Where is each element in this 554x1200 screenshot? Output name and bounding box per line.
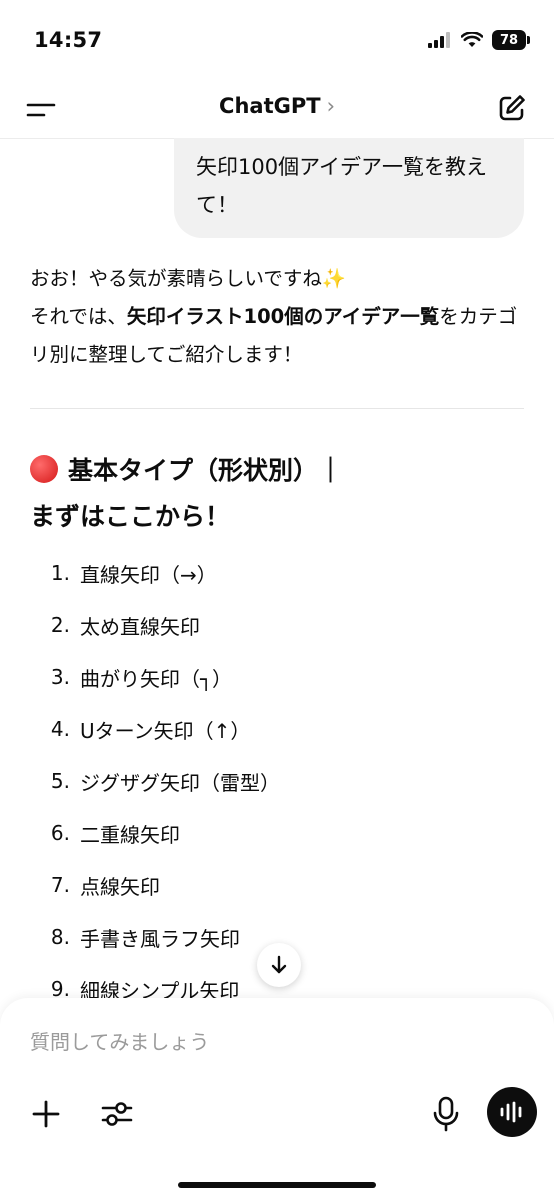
home-indicator bbox=[178, 1182, 376, 1188]
wifi-icon bbox=[461, 32, 483, 48]
header-title: ChatGPT bbox=[219, 94, 321, 118]
list-item: 6. 二重線矢印 bbox=[30, 807, 524, 859]
list-item-number: 7. bbox=[50, 873, 70, 897]
tools-button[interactable] bbox=[98, 1096, 136, 1132]
new-chat-button[interactable] bbox=[496, 92, 528, 124]
microphone-icon bbox=[428, 1094, 464, 1134]
answer-line-2: それでは、矢印イラスト100個のアイデア一覧をカテゴリ別に整理してご紹介します！ bbox=[30, 305, 518, 366]
list-item-number: 4. bbox=[50, 717, 70, 741]
list-item-text: 太め直線矢印 bbox=[80, 614, 200, 639]
list-item-number: 3. bbox=[50, 665, 70, 689]
list-item-text: ジグザグ矢印（雷型） bbox=[80, 770, 280, 795]
list-item: 7. 点線矢印 bbox=[30, 859, 524, 911]
list-item: 3. 曲がり矢印（┐） bbox=[30, 651, 524, 703]
answer-line-1: おお！やる気が素晴らしいですね✨ bbox=[30, 267, 347, 290]
red-circle-icon bbox=[30, 455, 58, 483]
attach-button[interactable] bbox=[28, 1096, 64, 1132]
list-item-number: 6. bbox=[50, 821, 70, 845]
voice-waveform-icon bbox=[499, 1101, 525, 1123]
list-item-text: 二重線矢印 bbox=[80, 822, 180, 847]
list-item-number: 8. bbox=[50, 925, 70, 949]
list-item: 5. ジグザグ矢印（雷型） bbox=[30, 755, 524, 807]
list-item-number: 2. bbox=[50, 613, 70, 637]
list-item-text: Uターン矢印（↑） bbox=[80, 718, 251, 743]
list-item: 4. Uターン矢印（↑） bbox=[30, 703, 524, 755]
status-icons: 78 bbox=[428, 30, 530, 50]
list-item: 1. 直線矢印（→） bbox=[30, 547, 524, 599]
idea-list: 1. 直線矢印（→） 2. 太め直線矢印 3. 曲がり矢印（┐） 4. Uターン矢印（↑） 5.… bbox=[30, 547, 524, 998]
section-heading: 基本タイプ（形状別）｜ まずはここから！ bbox=[30, 455, 344, 531]
scroll-to-bottom-button[interactable] bbox=[257, 943, 301, 987]
list-item-text: 手書き風ラフ矢印 bbox=[80, 926, 240, 951]
plus-icon bbox=[28, 1096, 64, 1132]
arrow-down-icon bbox=[268, 954, 290, 976]
assistant-message: おお！やる気が素晴らしいですね✨ それでは、矢印イラスト100個のアイデア一覧を… bbox=[30, 260, 524, 374]
status-bar: 14:57 78 bbox=[0, 0, 554, 80]
status-time: 14:57 bbox=[34, 28, 103, 52]
list-item-text: 細線シンプル矢印 bbox=[80, 978, 240, 999]
list-item-number: 5. bbox=[50, 769, 70, 793]
model-selector[interactable]: ChatGPT › bbox=[0, 94, 554, 118]
edit-icon bbox=[496, 92, 528, 124]
voice-mode-button[interactable] bbox=[487, 1087, 537, 1137]
chat-thread[interactable]: 矢印100個アイデア一覧を教えて！ おお！やる気が素晴らしいですね✨ それでは、… bbox=[0, 138, 554, 998]
list-item-number: 9. bbox=[50, 977, 70, 998]
divider bbox=[30, 408, 524, 409]
list-item-text: 点線矢印 bbox=[80, 874, 160, 899]
signal-icon bbox=[428, 32, 452, 48]
dictation-button[interactable] bbox=[428, 1094, 464, 1134]
message-input[interactable]: 質問してみましょう bbox=[30, 1026, 209, 1055]
user-message-bubble: 矢印100個アイデア一覧を教えて！ bbox=[174, 138, 524, 238]
list-item-text: 曲がり矢印（┐） bbox=[80, 666, 233, 691]
sliders-icon bbox=[98, 1096, 136, 1132]
list-item-number: 1. bbox=[50, 561, 70, 585]
chevron-right-icon: › bbox=[326, 94, 335, 118]
chat-header: ChatGPT › bbox=[0, 80, 554, 139]
composer: 質問してみましょう bbox=[0, 998, 554, 1200]
list-item-text: 直線矢印（→） bbox=[80, 562, 217, 587]
battery-indicator: 78 bbox=[492, 30, 530, 50]
list-item: 2. 太め直線矢印 bbox=[30, 599, 524, 651]
